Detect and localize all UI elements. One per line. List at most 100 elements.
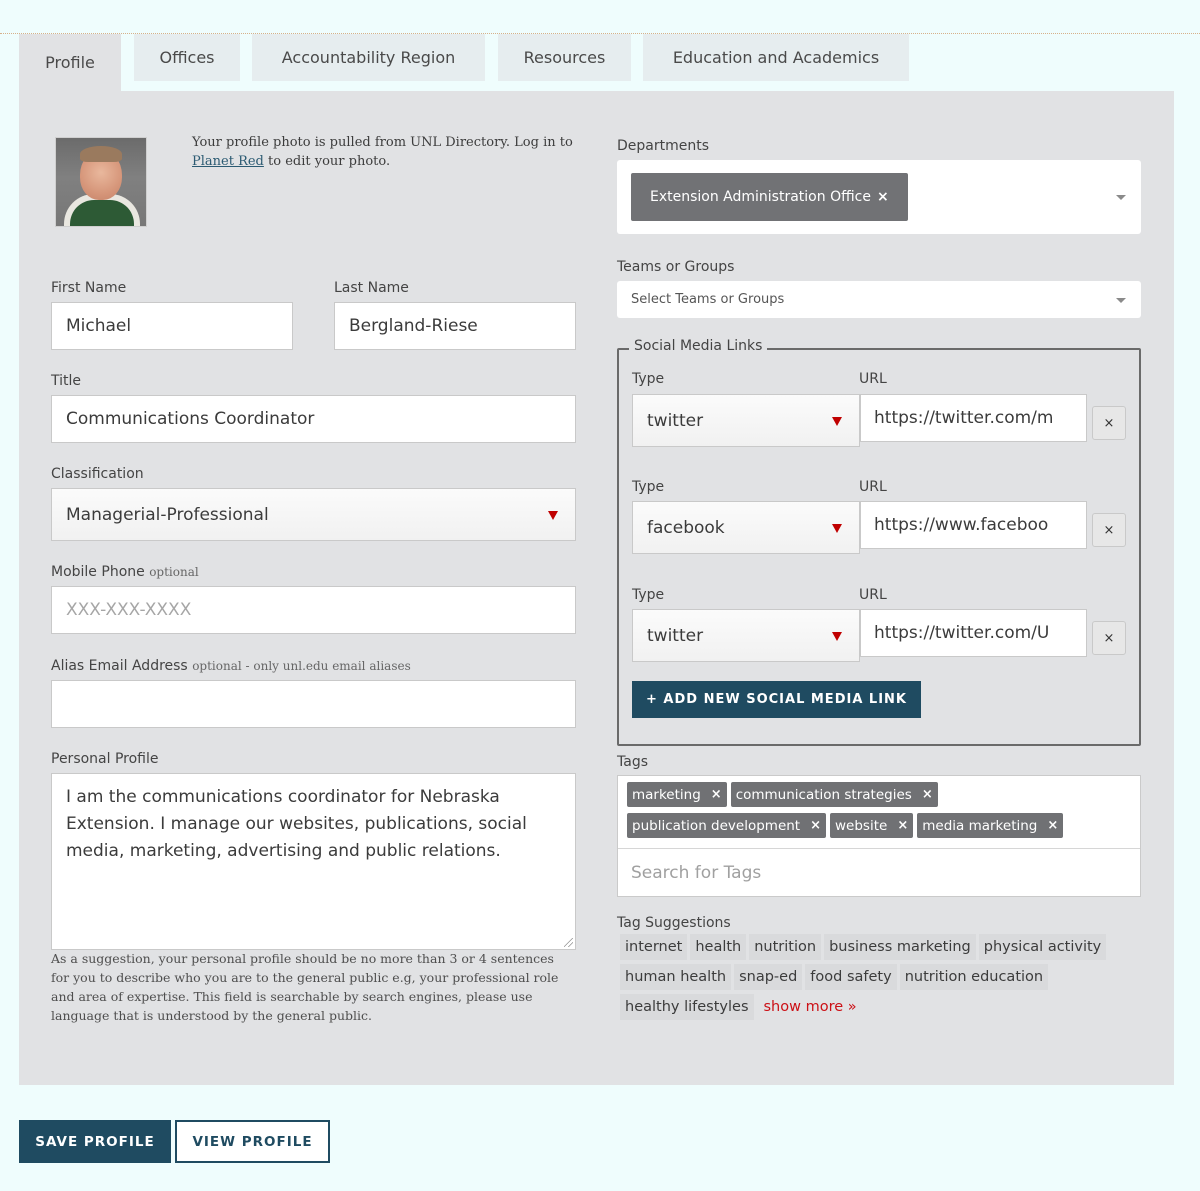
title-label: Title: [51, 373, 82, 389]
suggestion-chip[interactable]: nutrition education: [899, 964, 1049, 990]
profile-panel: Your profile photo is pulled from UNL Di…: [19, 91, 1174, 1085]
remove-tag-icon[interactable]: ×: [897, 818, 908, 833]
suggestion-chip[interactable]: nutrition: [749, 934, 822, 960]
tags-input: marketing × communication strategies × publi…: [617, 775, 1141, 897]
tab-label: Education and Academics: [672, 48, 880, 67]
first-name-input[interactable]: Michael: [51, 302, 293, 350]
social-media-legend: Social Media Links: [629, 338, 768, 354]
photo-vest: [70, 200, 134, 226]
mobile-phone-input[interactable]: XXX-XXX-XXXX: [51, 586, 576, 634]
social-url-input[interactable]: https://www.faceboo: [860, 501, 1087, 549]
url-label: URL: [859, 479, 887, 495]
remove-tag-icon[interactable]: ×: [922, 787, 933, 802]
suggestion-chip[interactable]: health: [690, 934, 747, 960]
dropdown-caret-icon: [832, 523, 842, 533]
personal-profile-help: As a suggestion, your personal profile s…: [51, 951, 559, 1023]
planet-red-link[interactable]: Planet Red: [192, 154, 264, 169]
dropdown-caret-icon: [832, 631, 842, 641]
tab-label: Profile: [45, 53, 95, 72]
last-name-label: Last Name: [334, 280, 409, 296]
tag-chip: communication strategies ×: [730, 782, 938, 807]
save-profile-button[interactable]: SAVE PROFILE: [19, 1120, 171, 1163]
alias-email-input[interactable]: [51, 680, 576, 728]
department-chip-label: Extension Administration Office: [650, 189, 871, 205]
social-url-input[interactable]: https://twitter.com/U: [860, 609, 1087, 657]
last-name-input[interactable]: Bergland-Riese: [334, 302, 576, 350]
tab-resources[interactable]: Resources: [498, 34, 631, 81]
type-label: Type: [632, 479, 665, 495]
show-more-link[interactable]: show more »: [757, 999, 857, 1015]
url-label: URL: [859, 587, 887, 603]
teams-select[interactable]: Select Teams or Groups: [617, 281, 1141, 318]
teams-label: Teams or Groups: [617, 259, 735, 275]
social-type-select[interactable]: twitter: [632, 609, 860, 662]
remove-department-icon[interactable]: ×: [877, 189, 889, 205]
tab-label: Offices: [159, 48, 215, 67]
classification-select[interactable]: Managerial-Professional: [51, 488, 576, 541]
photo-note-text: Your profile photo is pulled from UNL Di…: [192, 135, 573, 150]
tab-profile[interactable]: Profile: [19, 34, 121, 91]
department-chip: Extension Administration Office ×: [631, 173, 908, 221]
tag-label: communication strategies: [735, 786, 912, 803]
add-social-media-link-button[interactable]: + ADD NEW SOCIAL MEDIA LINK: [632, 681, 921, 718]
social-type-value: twitter: [647, 410, 704, 431]
view-profile-button[interactable]: VIEW PROFILE: [175, 1120, 330, 1163]
teams-placeholder: Select Teams or Groups: [631, 292, 785, 307]
tags-label: Tags: [617, 754, 648, 770]
tag-label: publication development: [632, 817, 801, 834]
tag-chip: media marketing ×: [917, 813, 1064, 838]
photo-hair: [80, 146, 122, 162]
personal-profile-textarea[interactable]: I am the communications coordinator for …: [51, 773, 576, 950]
optional-hint: optional: [149, 565, 199, 579]
title-input[interactable]: Communications Coordinator: [51, 395, 576, 443]
photo-note: Your profile photo is pulled from UNL Di…: [192, 133, 582, 171]
tab-education-and-academics[interactable]: Education and Academics: [643, 34, 909, 81]
tag-chip: publication development ×: [627, 813, 827, 838]
alias-email-label-text: Alias Email Address: [51, 658, 188, 674]
suggestion-chip[interactable]: food safety: [805, 964, 897, 990]
tab-accountability-region[interactable]: Accountability Region: [252, 34, 485, 81]
social-type-select[interactable]: facebook: [632, 501, 860, 554]
remove-social-link-button[interactable]: ×: [1092, 513, 1126, 547]
personal-profile-label: Personal Profile: [51, 751, 159, 767]
alias-email-label: Alias Email Address optional - only unl.…: [51, 658, 411, 674]
chevron-down-icon: [1116, 297, 1126, 303]
type-label: Type: [632, 587, 665, 603]
tag-suggestions: internet health nutrition business marketin…: [620, 934, 1140, 1024]
social-type-select[interactable]: twitter: [632, 394, 860, 447]
alias-email-hint: optional - only unl.edu email aliases: [192, 659, 411, 673]
tag-suggestions-label: Tag Suggestions: [617, 915, 731, 931]
tag-label: media marketing: [922, 817, 1038, 834]
suggestion-chip[interactable]: healthy lifestyles: [620, 994, 754, 1020]
mobile-phone-label-text: Mobile Phone: [51, 564, 145, 580]
suggestion-chip[interactable]: business marketing: [824, 934, 976, 960]
chevron-down-icon[interactable]: [1116, 195, 1126, 200]
resize-grip-icon[interactable]: [564, 938, 573, 947]
remove-tag-icon[interactable]: ×: [810, 818, 821, 833]
tag-search-input[interactable]: Search for Tags: [631, 849, 761, 897]
profile-photo: [55, 137, 147, 227]
tab-offices[interactable]: Offices: [134, 34, 240, 81]
social-url-input[interactable]: https://twitter.com/m: [860, 394, 1087, 442]
dropdown-caret-icon: [832, 416, 842, 426]
dropdown-caret-icon: [548, 510, 558, 520]
photo-note-text-end: to edit your photo.: [263, 154, 391, 169]
remove-tag-icon[interactable]: ×: [711, 787, 722, 802]
departments-select[interactable]: Extension Administration Office ×: [617, 160, 1141, 234]
tag-chip: website ×: [830, 813, 914, 838]
social-media-fieldset: Social Media Links Type URL twitter http…: [617, 338, 1141, 746]
tab-label: Accountability Region: [281, 48, 456, 67]
social-type-value: twitter: [647, 625, 704, 646]
remove-social-link-button[interactable]: ×: [1092, 621, 1126, 655]
tag-label: website: [835, 817, 888, 834]
tag-label: marketing: [632, 786, 701, 803]
tag-chip: marketing ×: [627, 782, 727, 807]
classification-label: Classification: [51, 466, 144, 482]
suggestion-chip[interactable]: internet: [620, 934, 688, 960]
suggestion-chip[interactable]: physical activity: [978, 934, 1107, 960]
classification-value: Managerial-Professional: [66, 504, 269, 525]
remove-social-link-button[interactable]: ×: [1092, 406, 1126, 440]
suggestion-chip[interactable]: human health: [620, 964, 732, 990]
remove-tag-icon[interactable]: ×: [1047, 818, 1058, 833]
suggestion-chip[interactable]: snap-ed: [734, 964, 803, 990]
